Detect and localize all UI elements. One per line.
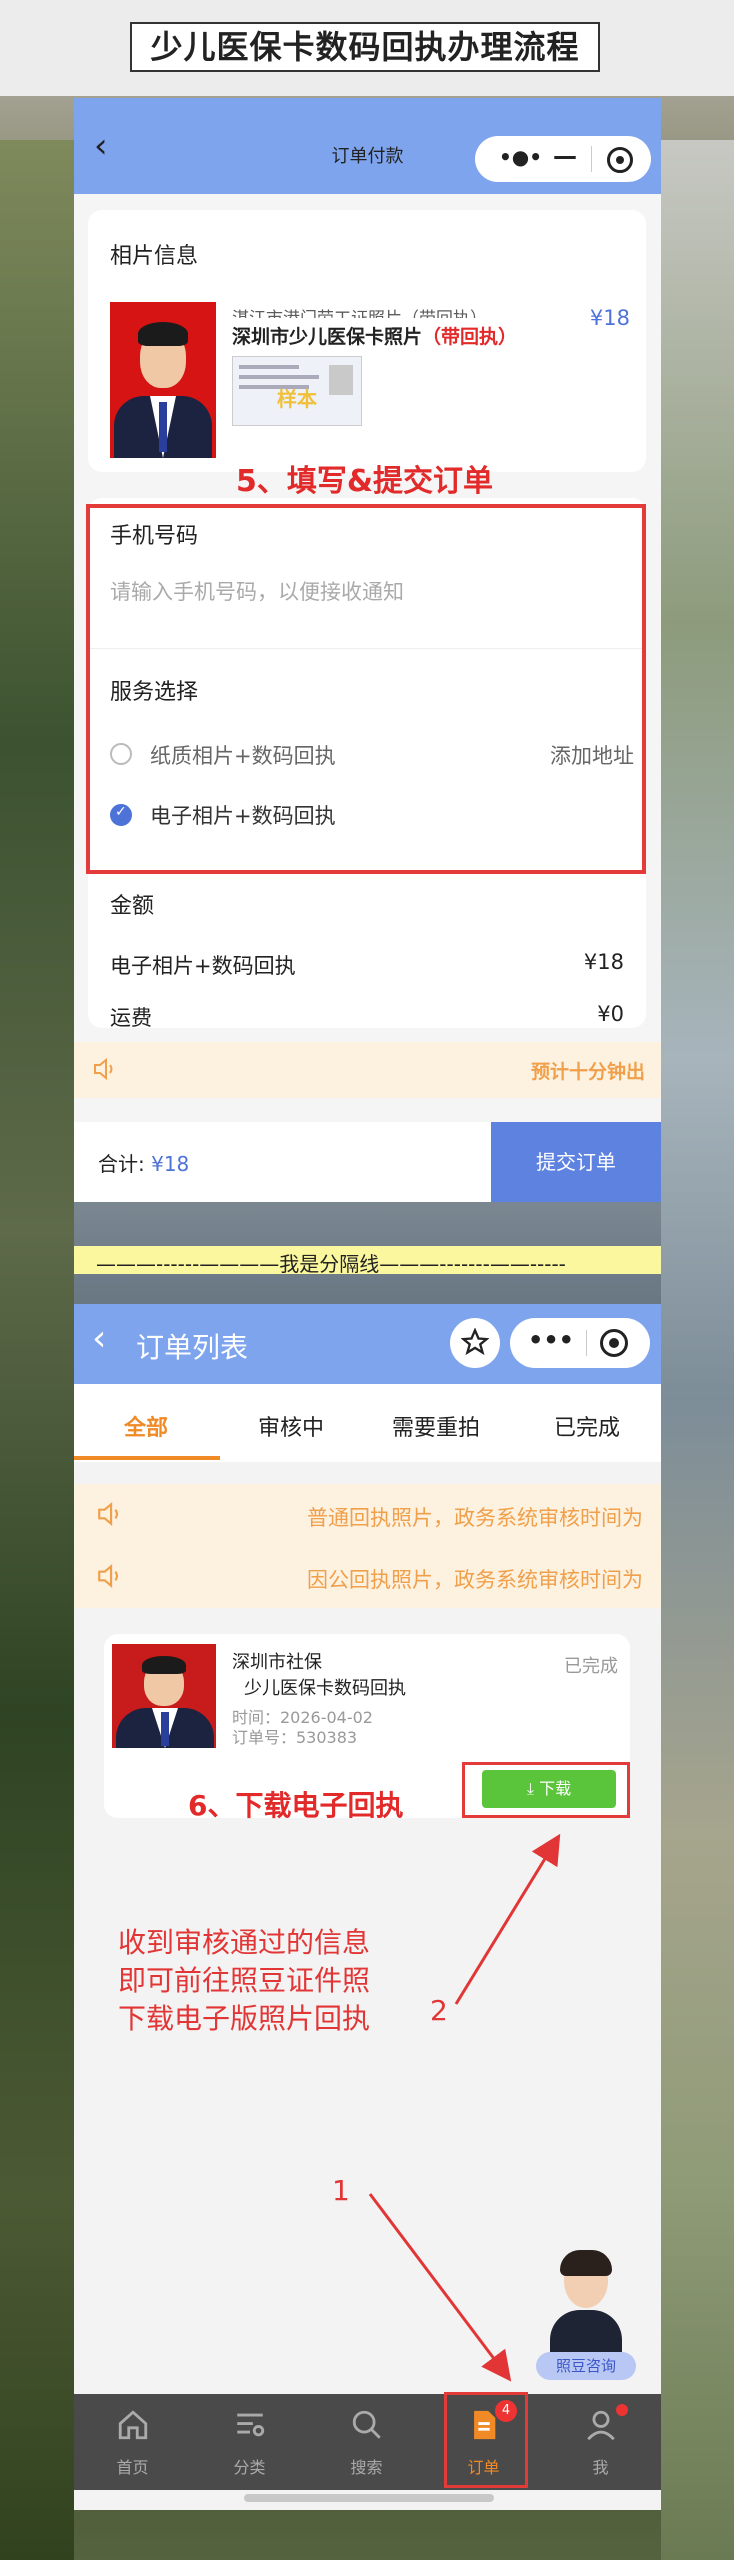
order-pay-screen: ‹ 订单付款 •●• — 相片信息 湛江市港门劳工证照片（带回执） 深圳市少儿医… [74, 98, 661, 1202]
highlight-form-box [86, 504, 646, 874]
home-indicator [244, 2494, 494, 2502]
sample-stamp: 样本 [277, 387, 317, 411]
product-name-faded: 湛江市港门劳工证照片（带回执） [232, 304, 487, 318]
more-icon[interactable]: •●• [499, 145, 542, 169]
step5-annotation: 5、填写&提交订单 [236, 464, 494, 499]
estimate-text: 预计十分钟出 [530, 1061, 645, 1083]
mini-capsule[interactable]: •●• — [475, 136, 651, 182]
close-icon[interactable] [607, 147, 633, 173]
photo-section-label: 相片信息 [110, 244, 199, 269]
background-right [661, 140, 734, 2560]
speaker-icon [94, 1057, 113, 1081]
capsule-separator [591, 146, 592, 172]
minimize-icon[interactable]: — [553, 142, 577, 170]
id-photo [110, 302, 216, 458]
background-left [0, 140, 74, 2560]
tab-search[interactable]: 搜索 [308, 2394, 425, 2490]
search-icon [352, 2410, 381, 2439]
arrow-2 [454, 1833, 561, 2005]
shipping-price: ¥0 [597, 1002, 624, 1026]
home-icon [118, 2410, 148, 2440]
photo-info-card: 相片信息 湛江市港门劳工证照片（带回执） 深圳市少儿医保卡照片（带回执） ¥18… [88, 210, 646, 472]
tab-me[interactable]: 我 [542, 2394, 659, 2490]
title-area: 少儿医保卡数码回执办理流程 [0, 0, 734, 96]
bottom-tab-bar: 首页 分类 搜索 4 订单 我 [74, 2394, 661, 2490]
consult-assistant[interactable]: 照豆咨询 [536, 2250, 636, 2384]
tab-category[interactable]: 分类 [191, 2394, 308, 2490]
order-list-screen: ‹ 订单列表 ••• 全部 审核中 需要重拍 已完成 普通回执照片，政务系统审核… [74, 1304, 661, 2510]
nav-bar: ‹ 订单付款 •●• — [74, 98, 661, 194]
product-price: ¥18 [589, 306, 630, 330]
amount-item: 电子相片+数码回执 [110, 954, 296, 978]
product-name: 深圳市少儿医保卡照片（带回执） [232, 326, 518, 348]
receipt-sample-image: 样本 [232, 356, 362, 426]
notification-dot [616, 2404, 628, 2416]
checkout-bar: 合计: ¥18 提交订单 [74, 1122, 661, 1202]
user-icon [587, 2410, 615, 2441]
amount-label: 金额 [110, 894, 155, 919]
highlight-orders-tab [444, 2392, 528, 2488]
submit-order-button[interactable]: 提交订单 [491, 1122, 661, 1202]
assistant-hair [560, 2250, 612, 2276]
total: 合计: ¥18 [98, 1152, 190, 1176]
arrow-1 [368, 2193, 512, 2382]
divider-strip: ———------————我是分隔线———-------——----- [74, 1246, 661, 1276]
shipping-label: 运费 [110, 1006, 152, 1030]
estimate-bar: 预计十分钟出 [74, 1042, 661, 1098]
category-icon [237, 2413, 265, 2437]
amount-item-price: ¥18 [583, 950, 624, 974]
page-title: 少儿医保卡数码回执办理流程 [130, 22, 600, 72]
divider-text: ———------————我是分隔线———-------——----- [96, 1252, 566, 1276]
consult-label[interactable]: 照豆咨询 [536, 2352, 636, 2380]
tab-home[interactable]: 首页 [74, 2394, 191, 2490]
